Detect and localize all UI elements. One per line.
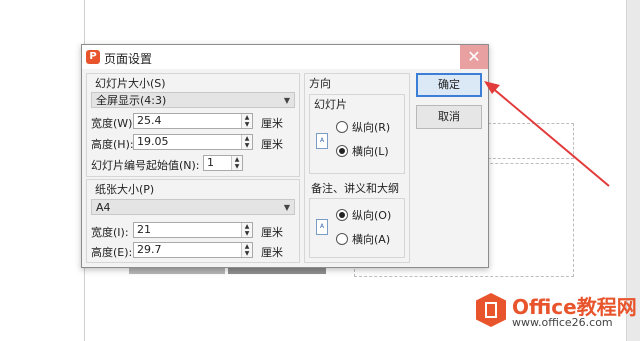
watermark-url: www.office26.com: [512, 316, 613, 329]
annotation-arrow-line: [489, 85, 610, 187]
annotation-arrow: [484, 81, 610, 187]
